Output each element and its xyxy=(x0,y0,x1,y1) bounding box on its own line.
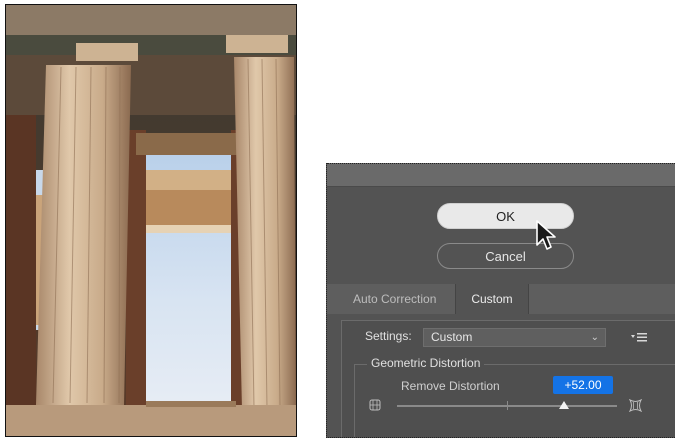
tab-custom[interactable]: Custom xyxy=(455,284,529,314)
geometric-distortion-title: Geometric Distortion xyxy=(367,356,485,370)
barrel-distortion-icon xyxy=(369,399,381,411)
settings-label: Settings: xyxy=(365,329,412,343)
remove-distortion-value-field[interactable]: +52.00 xyxy=(553,376,613,394)
remove-distortion-label: Remove Distortion xyxy=(401,379,500,393)
tab-auto-correction[interactable]: Auto Correction xyxy=(327,284,455,314)
chevron-down-icon: ⌄ xyxy=(590,332,599,343)
tab-bar: Auto Correction Custom xyxy=(327,284,675,314)
temple-photo xyxy=(5,4,297,437)
arrow-cursor-icon xyxy=(536,220,556,250)
slider-center-tick xyxy=(507,401,508,410)
settings-value: Custom xyxy=(431,330,473,344)
remove-distortion-slider-thumb[interactable] xyxy=(559,401,570,409)
dialog-top-strip xyxy=(327,163,675,187)
geometric-distortion-group xyxy=(354,364,675,437)
lens-correction-dialog: OK Cancel Auto Correction Custom Setting… xyxy=(326,163,675,438)
settings-dropdown[interactable]: Custom ⌄ xyxy=(423,328,606,347)
panel-menu-icon[interactable] xyxy=(629,330,649,344)
pincushion-distortion-icon xyxy=(629,399,642,412)
